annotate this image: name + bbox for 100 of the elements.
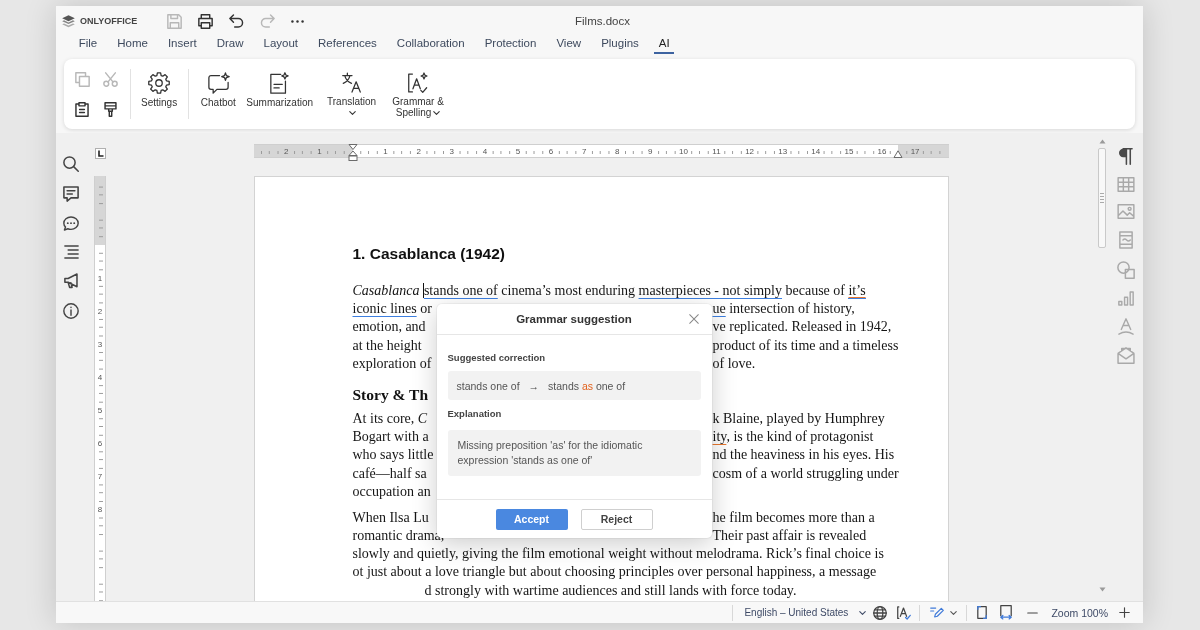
- body-text: of love.: [712, 354, 756, 373]
- comment-icon[interactable]: [63, 186, 79, 202]
- body-text: who says little: [352, 446, 434, 465]
- pilcrow-icon[interactable]: [1118, 148, 1133, 165]
- body-text: When Ilsa Lu: [352, 508, 429, 527]
- body-text: product of its time and a timeless: [712, 336, 899, 355]
- page-corners-icon[interactable]: [977, 606, 988, 619]
- body-text: Casablanca stands one of cinema’s most enduring masterpieces - not simply because of it’s: [352, 282, 866, 301]
- body-text: iconic lines or: [352, 300, 432, 319]
- grammar-button[interactable]: Grammar & Spelling: [387, 59, 450, 129]
- ruler-number: 16: [877, 146, 887, 156]
- tab[interactable]: Plugins: [591, 36, 649, 54]
- body-text: ot just about a love triangle but about choosing principles over personal happiness, a message: [352, 563, 877, 582]
- heading: Story & Th: [352, 384, 428, 405]
- print-icon[interactable]: [198, 13, 213, 29]
- chatbot-button[interactable]: Chatbot: [197, 59, 239, 129]
- ruler-number: 5: [97, 405, 103, 415]
- globe-icon[interactable]: [873, 605, 888, 620]
- tab[interactable]: Draw: [206, 36, 254, 54]
- tab[interactable]: Layout: [253, 36, 309, 54]
- explanation-text: Missing preposition 'as' for the idiomatic expression 'stands as one of': [457, 438, 644, 468]
- body-text: ve replicated. Released in 1942,: [712, 318, 892, 337]
- ruler-number: 15: [844, 146, 854, 156]
- body-text: he film becomes more than a: [712, 508, 875, 527]
- caret-icon[interactable]: [950, 610, 958, 615]
- body-text: exploration of: [352, 354, 432, 373]
- pencil-lines-icon[interactable]: [930, 607, 945, 618]
- info-icon[interactable]: [63, 303, 79, 319]
- ruler-number: 8: [615, 146, 620, 156]
- body-text: slowly and quietly, giving the film emotional weight without melodrama. Rick’s final choice is: [352, 545, 884, 564]
- ruler-number: 3: [97, 339, 103, 349]
- ruler-number: 14: [811, 146, 821, 156]
- original-text: stands one of: [456, 379, 520, 392]
- body-text: occupation an: [352, 482, 431, 501]
- section-label: Explanation: [447, 408, 502, 419]
- section-label: Suggested correction: [447, 352, 546, 363]
- ruler-number: 1: [383, 146, 388, 156]
- settings-button[interactable]: Settings: [138, 59, 181, 129]
- ruler-number: 10: [678, 146, 688, 156]
- ruler-number: 17: [910, 146, 920, 156]
- caret-icon: [859, 610, 867, 615]
- plus-icon[interactable]: [1119, 607, 1130, 618]
- logo-text: ONLYOFFICE: [80, 16, 138, 26]
- triangle-marker-icon[interactable]: [892, 150, 903, 158]
- language-selector[interactable]: English – United States: [744, 607, 867, 618]
- caret-icon: [433, 111, 441, 115]
- accept-button[interactable]: Accept: [495, 508, 568, 530]
- letter-check-sparkle-icon: [408, 72, 429, 93]
- heading: 1. Casablanca (1942): [352, 244, 505, 264]
- megaphone-icon[interactable]: [64, 273, 78, 289]
- ruler-number: 11: [712, 146, 721, 156]
- logo-icon: [62, 14, 75, 28]
- tab[interactable]: File: [68, 36, 108, 54]
- body-text: romantic drama,: [352, 527, 445, 546]
- ruler-number: 4: [97, 372, 103, 382]
- ruler-number: 13: [778, 146, 788, 156]
- tab[interactable]: Home: [107, 36, 158, 54]
- corrected-text: stands as one of: [548, 379, 626, 392]
- ruler-number: 2: [284, 146, 289, 156]
- chat-bubble-icon[interactable]: [63, 216, 79, 231]
- tab[interactable]: Protection: [474, 36, 547, 54]
- ruler-number: 9: [648, 146, 653, 156]
- document-sparkle-icon: [270, 72, 290, 94]
- tab-stop-icon[interactable]: [94, 148, 106, 159]
- ruler-number: 1: [97, 273, 103, 283]
- body-text: Their past affair is revealed: [712, 527, 867, 546]
- translation-button[interactable]: Translation: [320, 59, 383, 129]
- text-lines-icon[interactable]: [63, 245, 79, 259]
- search-icon[interactable]: [63, 156, 79, 172]
- summarization-button[interactable]: Summarization: [243, 59, 317, 129]
- tab[interactable]: View: [546, 36, 592, 54]
- arrow-symbol: →: [528, 379, 540, 392]
- tab[interactable]: References: [308, 36, 387, 54]
- body-text: ue intersection of history,: [712, 300, 855, 319]
- brush-icon[interactable]: [103, 101, 117, 117]
- body-text: Bogart with a: [352, 428, 429, 447]
- ruler-number: 12: [745, 146, 755, 156]
- body-text: At its core, C: [352, 409, 428, 428]
- scrollbar-thumb[interactable]: [1098, 148, 1106, 248]
- ruler-number: 1: [317, 146, 322, 156]
- letter-check-icon[interactable]: [897, 605, 912, 620]
- zoom-level[interactable]: Zoom 100%: [1051, 606, 1108, 619]
- reject-button[interactable]: Reject: [580, 508, 653, 530]
- ruler-number: 6: [97, 439, 103, 448]
- body-text: at the height: [352, 336, 422, 355]
- more-icon[interactable]: [291, 19, 304, 23]
- clipboard-icon[interactable]: [75, 101, 89, 117]
- body-text: k Blaine, played by Humphrey: [712, 409, 885, 428]
- document-title: Films.docx: [575, 15, 630, 27]
- tab[interactable]: Insert: [157, 36, 207, 54]
- body-text: nd the heaviness in his eyes. His: [712, 446, 895, 465]
- caret-icon: [349, 111, 357, 115]
- body-text: cosm of a world struggling under: [712, 464, 899, 483]
- ruler-number: 7: [97, 472, 103, 482]
- undo-icon[interactable]: [229, 14, 244, 28]
- ruler-number: 4: [482, 146, 488, 156]
- tab[interactable]: Collaboration: [386, 36, 475, 54]
- hourglass-marker-icon[interactable]: [347, 144, 358, 161]
- page-width-arrows-icon[interactable]: [1000, 605, 1013, 620]
- close-icon[interactable]: [688, 314, 699, 324]
